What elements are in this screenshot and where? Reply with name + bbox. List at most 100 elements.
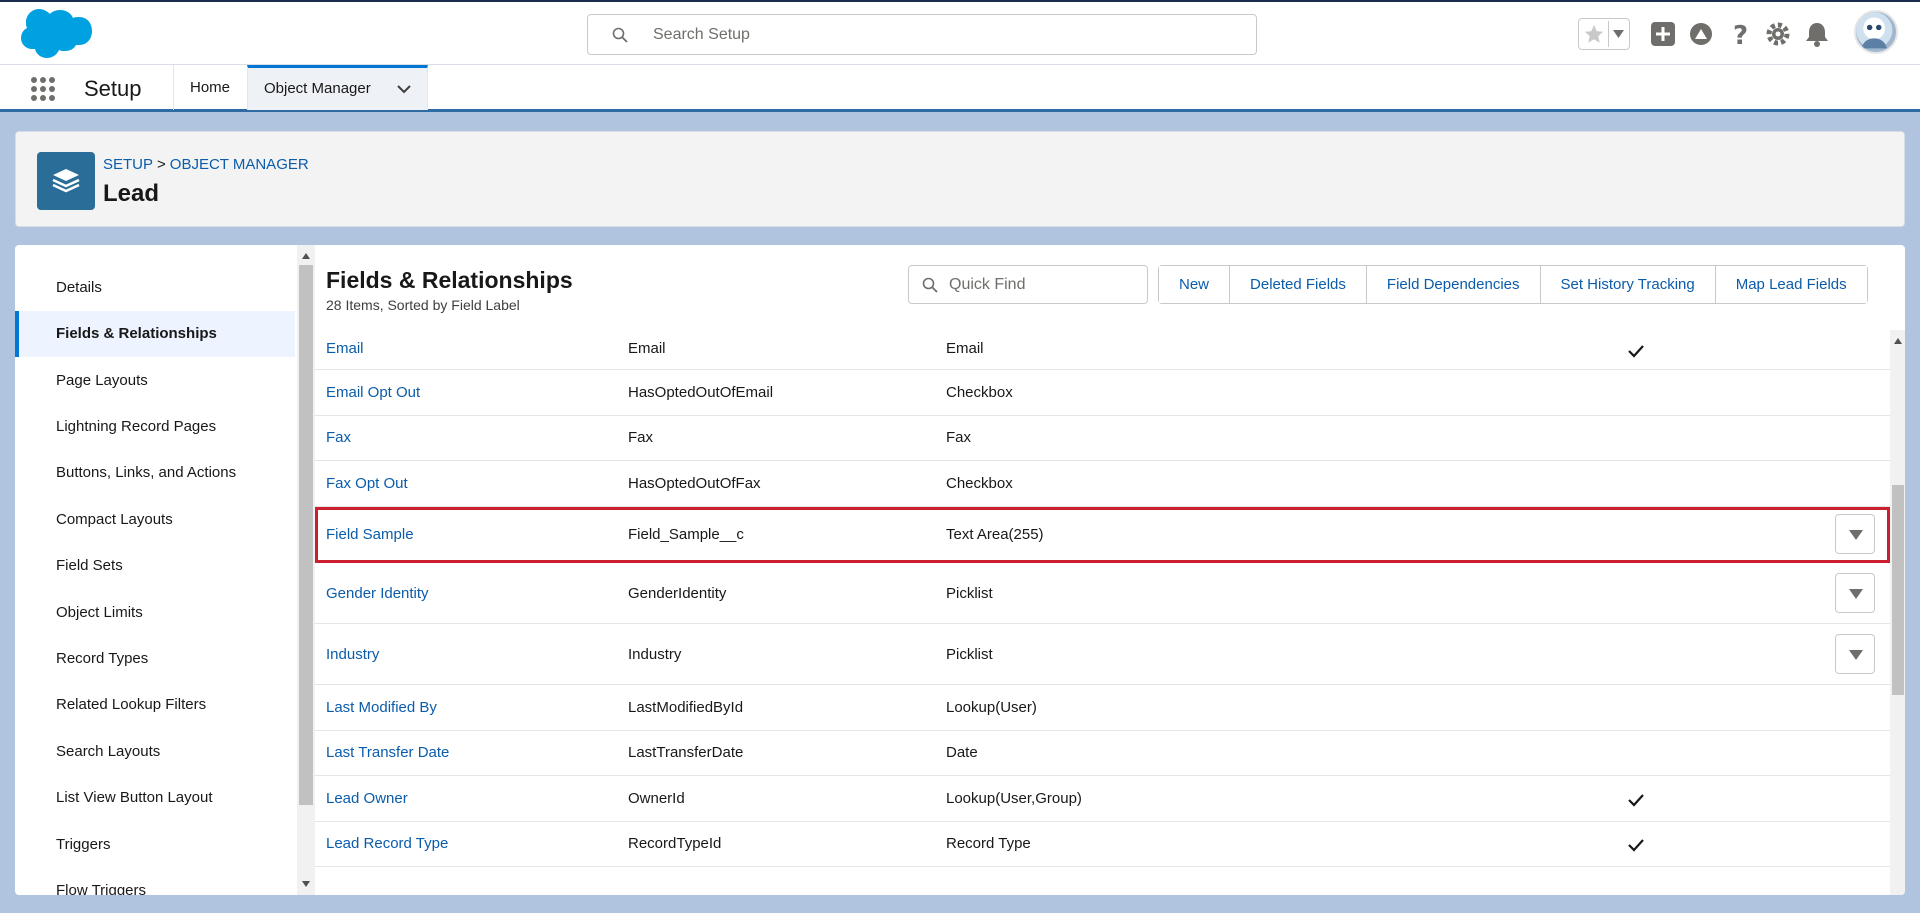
table-row-highlighted: Field Sample Field_Sample__c Text Area(2… [315, 507, 1890, 563]
app-nav-bar: Setup Home Object Manager [0, 64, 1920, 112]
field-api-name: Fax [628, 429, 654, 446]
sidebar-item-buttons-links-actions[interactable]: Buttons, Links, and Actions [15, 450, 295, 496]
sidebar-item-fields-relationships[interactable]: Fields & Relationships [15, 311, 295, 357]
table-row: Email Opt Out HasOptedOutOfEmail Checkbo… [315, 370, 1890, 416]
field-label-link[interactable]: Fax Opt Out [326, 475, 408, 492]
sidebar-item-label: Flow Triggers [56, 882, 147, 895]
tab-home[interactable]: Home [173, 65, 247, 110]
sidebar-item-label: Buttons, Links, and Actions [56, 464, 237, 481]
table-row: Email Email Email [315, 330, 1890, 370]
field-label-link[interactable]: Last Modified By [326, 699, 437, 716]
sidebar-item-triggers[interactable]: Triggers [15, 822, 295, 868]
quick-find-input[interactable]: Quick Find [908, 265, 1148, 304]
setup-search-input[interactable]: Search Setup [587, 14, 1257, 55]
field-label-link[interactable]: Gender Identity [326, 585, 429, 602]
field-label-link[interactable]: Fax [326, 429, 351, 446]
field-label-link[interactable]: Lead Owner [326, 790, 408, 807]
sidebar-item-label: Record Types [56, 650, 149, 667]
object-page-header: SETUP > OBJECT MANAGER Lead [15, 131, 1905, 227]
field-dependencies-button[interactable]: Field Dependencies [1365, 266, 1540, 303]
sidebar-item-list-view-button-layout[interactable]: List View Button Layout [15, 775, 295, 821]
table-row: Fax Fax Fax [315, 416, 1890, 461]
field-api-name: GenderIdentity [628, 585, 727, 602]
sidebar-item-page-layouts[interactable]: Page Layouts [15, 358, 295, 404]
search-placeholder: Search Setup [653, 26, 750, 43]
sidebar-item-compact-layouts[interactable]: Compact Layouts [15, 497, 295, 543]
field-label-link[interactable]: Industry [326, 646, 379, 663]
field-label-link[interactable]: Field Sample [326, 526, 414, 543]
favorites-dropdown[interactable] [1608, 21, 1628, 47]
row-actions-button[interactable] [1835, 573, 1875, 613]
map-lead-fields-button[interactable]: Map Lead Fields [1714, 266, 1867, 303]
global-header: Search Setup ? [0, 0, 1920, 64]
sidebar-item-label: List View Button Layout [56, 789, 213, 806]
checkmark-icon [1628, 839, 1644, 852]
chevron-down-icon [1849, 530, 1863, 540]
field-api-name: RecordTypeId [628, 835, 722, 852]
tab-object-manager[interactable]: Object Manager [247, 65, 428, 110]
svg-text:?: ? [1733, 21, 1748, 48]
sidebar-scrollbar-thumb[interactable] [299, 265, 313, 805]
object-icon [37, 152, 95, 210]
table-row: Industry Industry Picklist [315, 624, 1890, 685]
sidebar-item-label: Triggers [56, 836, 111, 853]
sidebar-item-object-limits[interactable]: Object Limits [15, 590, 295, 636]
field-api-name: LastModifiedById [628, 699, 744, 716]
trailhead-icon[interactable] [1687, 20, 1715, 48]
bell-icon[interactable] [1803, 20, 1831, 48]
sidebar-item-flow-triggers[interactable]: Flow Triggers [15, 868, 295, 895]
field-label-link[interactable]: Email [326, 340, 364, 357]
sidebar-item-record-types[interactable]: Record Types [15, 636, 295, 682]
chevron-down-icon[interactable] [396, 82, 412, 96]
search-icon [612, 27, 628, 43]
app-title: Setup [84, 76, 142, 101]
field-api-name: HasOptedOutOfFax [628, 475, 761, 492]
action-button-group: New Deleted Fields Field Dependencies Se… [1158, 265, 1868, 304]
sidebar-item-label: Object Limits [56, 604, 143, 621]
sidebar-item-label: Search Layouts [56, 743, 161, 760]
section-title: Fields & Relationships [326, 267, 573, 293]
salesforce-logo[interactable] [18, 8, 92, 60]
breadcrumb-separator: > [157, 156, 166, 173]
add-icon[interactable] [1649, 20, 1677, 48]
chevron-down-icon [1849, 589, 1863, 599]
user-avatar[interactable] [1854, 10, 1898, 54]
breadcrumb-object-manager[interactable]: OBJECT MANAGER [170, 156, 309, 173]
sidebar-item-search-layouts[interactable]: Search Layouts [15, 729, 295, 775]
table-row: Fax Opt Out HasOptedOutOfFax Checkbox [315, 461, 1890, 507]
gear-icon[interactable] [1764, 20, 1792, 48]
page-title: Lead [103, 180, 160, 207]
help-icon[interactable]: ? [1726, 20, 1754, 48]
sidebar-item-label: Lightning Record Pages [56, 418, 217, 435]
tab-object-manager-label: Object Manager [264, 80, 371, 97]
sidebar-item-details[interactable]: Details [15, 265, 295, 311]
field-type: Email [946, 340, 984, 357]
object-sidebar: Details Fields & Relationships Page Layo… [15, 245, 297, 895]
table-row: Gender Identity GenderIdentity Picklist [315, 563, 1890, 624]
row-actions-button[interactable] [1835, 514, 1875, 554]
scroll-up-arrow-icon[interactable] [300, 251, 312, 261]
new-button[interactable]: New [1159, 266, 1230, 303]
field-label-link[interactable]: Lead Record Type [326, 835, 448, 852]
sidebar-item-related-lookup-filters[interactable]: Related Lookup Filters [15, 682, 295, 728]
field-api-name: HasOptedOutOfEmail [628, 384, 774, 401]
field-type: Lookup(User) [946, 699, 1037, 716]
sidebar-item-field-sets[interactable]: Field Sets [15, 543, 295, 589]
field-label-link[interactable]: Last Transfer Date [326, 744, 449, 761]
app-launcher-icon[interactable] [30, 76, 56, 102]
astro-avatar-icon [1856, 12, 1893, 49]
field-label-link[interactable]: Email Opt Out [326, 384, 420, 401]
table-scrollbar-thumb[interactable] [1892, 485, 1904, 695]
tab-home-label: Home [190, 79, 231, 96]
deleted-fields-button[interactable]: Deleted Fields [1229, 266, 1366, 303]
set-history-tracking-button[interactable]: Set History Tracking [1539, 266, 1715, 303]
sidebar-item-lightning-record-pages[interactable]: Lightning Record Pages [15, 404, 295, 450]
fields-content: Fields & Relationships 28 Items, Sorted … [315, 245, 1905, 895]
scroll-up-arrow-icon[interactable] [1892, 336, 1904, 346]
breadcrumb-setup[interactable]: SETUP [103, 156, 153, 173]
scroll-down-arrow-icon[interactable] [300, 879, 312, 889]
main-panel: Details Fields & Relationships Page Layo… [15, 245, 1905, 895]
field-type: Picklist [946, 585, 993, 602]
row-actions-button[interactable] [1835, 634, 1875, 674]
favorites-button[interactable] [1578, 18, 1630, 50]
